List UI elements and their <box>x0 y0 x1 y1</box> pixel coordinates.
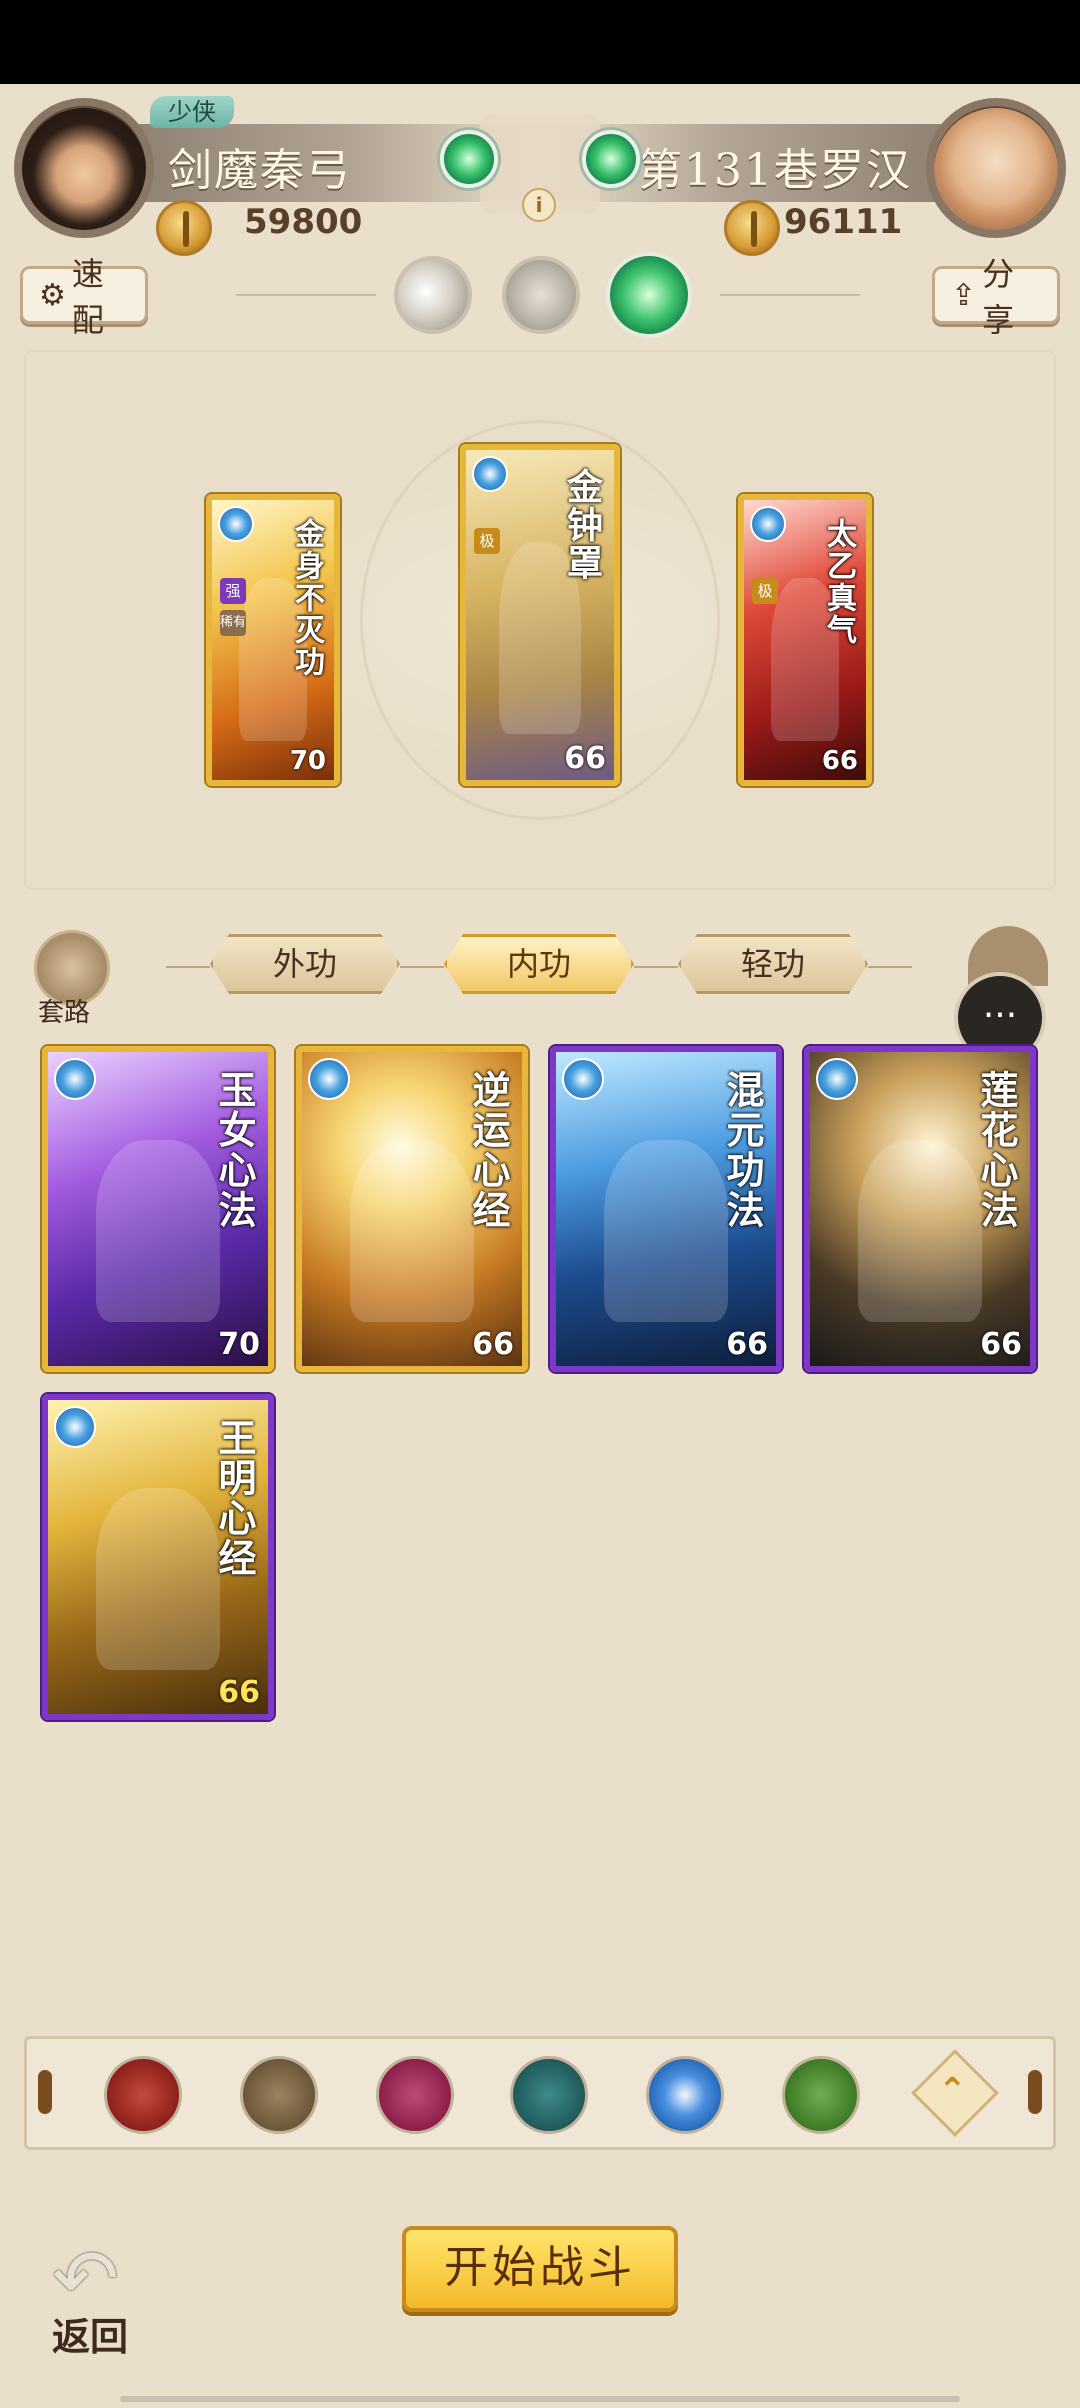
max-badge: 极 <box>752 578 778 604</box>
bar-end-left <box>38 2070 52 2114</box>
quick-match-button[interactable]: ⚙ 速配 <box>20 255 148 339</box>
fist-element-icon[interactable] <box>376 2056 454 2134</box>
card-figure <box>96 1139 220 1323</box>
right-power-sword-icon <box>724 200 780 256</box>
sun-stance-icon[interactable] <box>502 256 580 334</box>
taiji-icon <box>54 1406 96 1448</box>
left-player-power: 59800 <box>244 202 363 242</box>
bar-end-right <box>1028 2070 1042 2114</box>
card-level: 66 <box>726 1327 768 1362</box>
card-level: 66 <box>218 1675 260 1710</box>
back-label: 返回 <box>52 2314 129 2359</box>
match-header: 少侠 剑魔秦弓 第131巷罗汉 i 59800 96111 <box>0 84 1080 264</box>
taiji-icon <box>472 456 508 492</box>
tab-internal-skill[interactable]: 内功 <box>444 934 634 994</box>
share-icon: ⇪ <box>951 277 977 313</box>
share-label: 分享 <box>982 255 1015 339</box>
fan-element-icon[interactable] <box>510 2056 588 2134</box>
card-level: 66 <box>980 1327 1022 1362</box>
sword-element-icon[interactable] <box>104 2056 182 2134</box>
equipped-card-1[interactable]: 强 稀有 金身不灭功 70 <box>206 494 340 786</box>
tab-external-skill[interactable]: 外功 <box>210 934 400 994</box>
skill-card[interactable]: 王明心经 66 <box>42 1394 274 1720</box>
mode-divider-left <box>236 294 376 296</box>
left-stance-gem-icon <box>440 130 498 188</box>
card-title: 玉女心法 <box>212 1070 257 1230</box>
card-title: 莲花心法 <box>974 1070 1019 1230</box>
tab-lightness-skill[interactable]: 轻功 <box>678 934 868 994</box>
card-title: 王明心经 <box>212 1418 257 1578</box>
jade-stance-icon[interactable] <box>606 252 692 338</box>
status-bar <box>0 0 1080 84</box>
card-title: 混元功法 <box>720 1070 765 1230</box>
chevron-up-icon: ⌃ <box>938 2070 967 2111</box>
taiji-icon <box>816 1058 858 1100</box>
skill-card[interactable]: 逆运心经 66 <box>296 1046 528 1372</box>
home-indicator[interactable] <box>120 2396 960 2402</box>
card-figure <box>350 1139 474 1323</box>
card-title: 金身不灭功 <box>289 518 324 678</box>
dragon-element-icon[interactable] <box>782 2056 860 2134</box>
card-figure <box>604 1139 728 1323</box>
card-title: 金钟罩 <box>561 468 603 582</box>
max-badge: 极 <box>474 528 500 554</box>
skill-card[interactable]: 莲花心法 66 <box>804 1046 1036 1372</box>
card-title: 太乙真气 <box>821 518 856 646</box>
quick-match-label: 速配 <box>71 255 104 339</box>
right-player-power: 96111 <box>784 202 903 242</box>
card-level: 70 <box>218 1327 260 1362</box>
routine-label: 套路 <box>38 998 91 1028</box>
right-player-name: 第131巷罗汉 <box>638 145 912 196</box>
right-player-avatar[interactable] <box>926 98 1066 238</box>
equipped-card-3[interactable]: 极 太乙真气 66 <box>738 494 872 786</box>
taiji-icon <box>562 1058 604 1100</box>
left-player-name: 剑魔秦弓 <box>168 145 352 196</box>
card-figure <box>96 1487 220 1671</box>
skill-card[interactable]: 混元功法 66 <box>550 1046 782 1372</box>
blade-element-icon[interactable] <box>240 2056 318 2134</box>
tab-divider <box>400 966 444 968</box>
tab-divider <box>634 966 678 968</box>
taiji-icon <box>218 506 254 542</box>
card-level: 66 <box>564 741 606 776</box>
card-title: 逆运心经 <box>466 1070 511 1230</box>
moon-stance-icon[interactable] <box>394 256 472 334</box>
share-button[interactable]: ⇪ 分享 <box>932 255 1060 339</box>
start-battle-button[interactable]: 开始战斗 <box>402 2226 678 2312</box>
back-button[interactable]: ↶ 返回 <box>42 2228 162 2359</box>
info-icon[interactable]: i <box>522 188 556 222</box>
taiji-icon <box>750 506 786 542</box>
taiji-icon <box>54 1058 96 1100</box>
rare-badge: 稀有 <box>220 610 246 636</box>
card-level: 66 <box>821 746 858 776</box>
left-player-avatar[interactable] <box>14 98 154 238</box>
taiji-element-icon[interactable] <box>646 2056 724 2134</box>
tab-divider <box>166 966 210 968</box>
card-level: 70 <box>289 746 326 776</box>
mode-divider-right <box>720 294 860 296</box>
right-stance-gem-icon <box>582 130 640 188</box>
player-rank-tag: 少侠 <box>150 96 234 128</box>
left-power-sword-icon <box>156 200 212 256</box>
tab-divider <box>868 966 912 968</box>
equipped-card-2[interactable]: 极 金钟罩 66 <box>460 444 620 786</box>
gear-icon: ⚙ <box>39 277 66 313</box>
taiji-icon <box>308 1058 350 1100</box>
strong-badge: 强 <box>220 578 246 604</box>
skill-card[interactable]: 玉女心法 70 <box>42 1046 274 1372</box>
card-level: 66 <box>472 1327 514 1362</box>
card-figure <box>858 1139 982 1323</box>
